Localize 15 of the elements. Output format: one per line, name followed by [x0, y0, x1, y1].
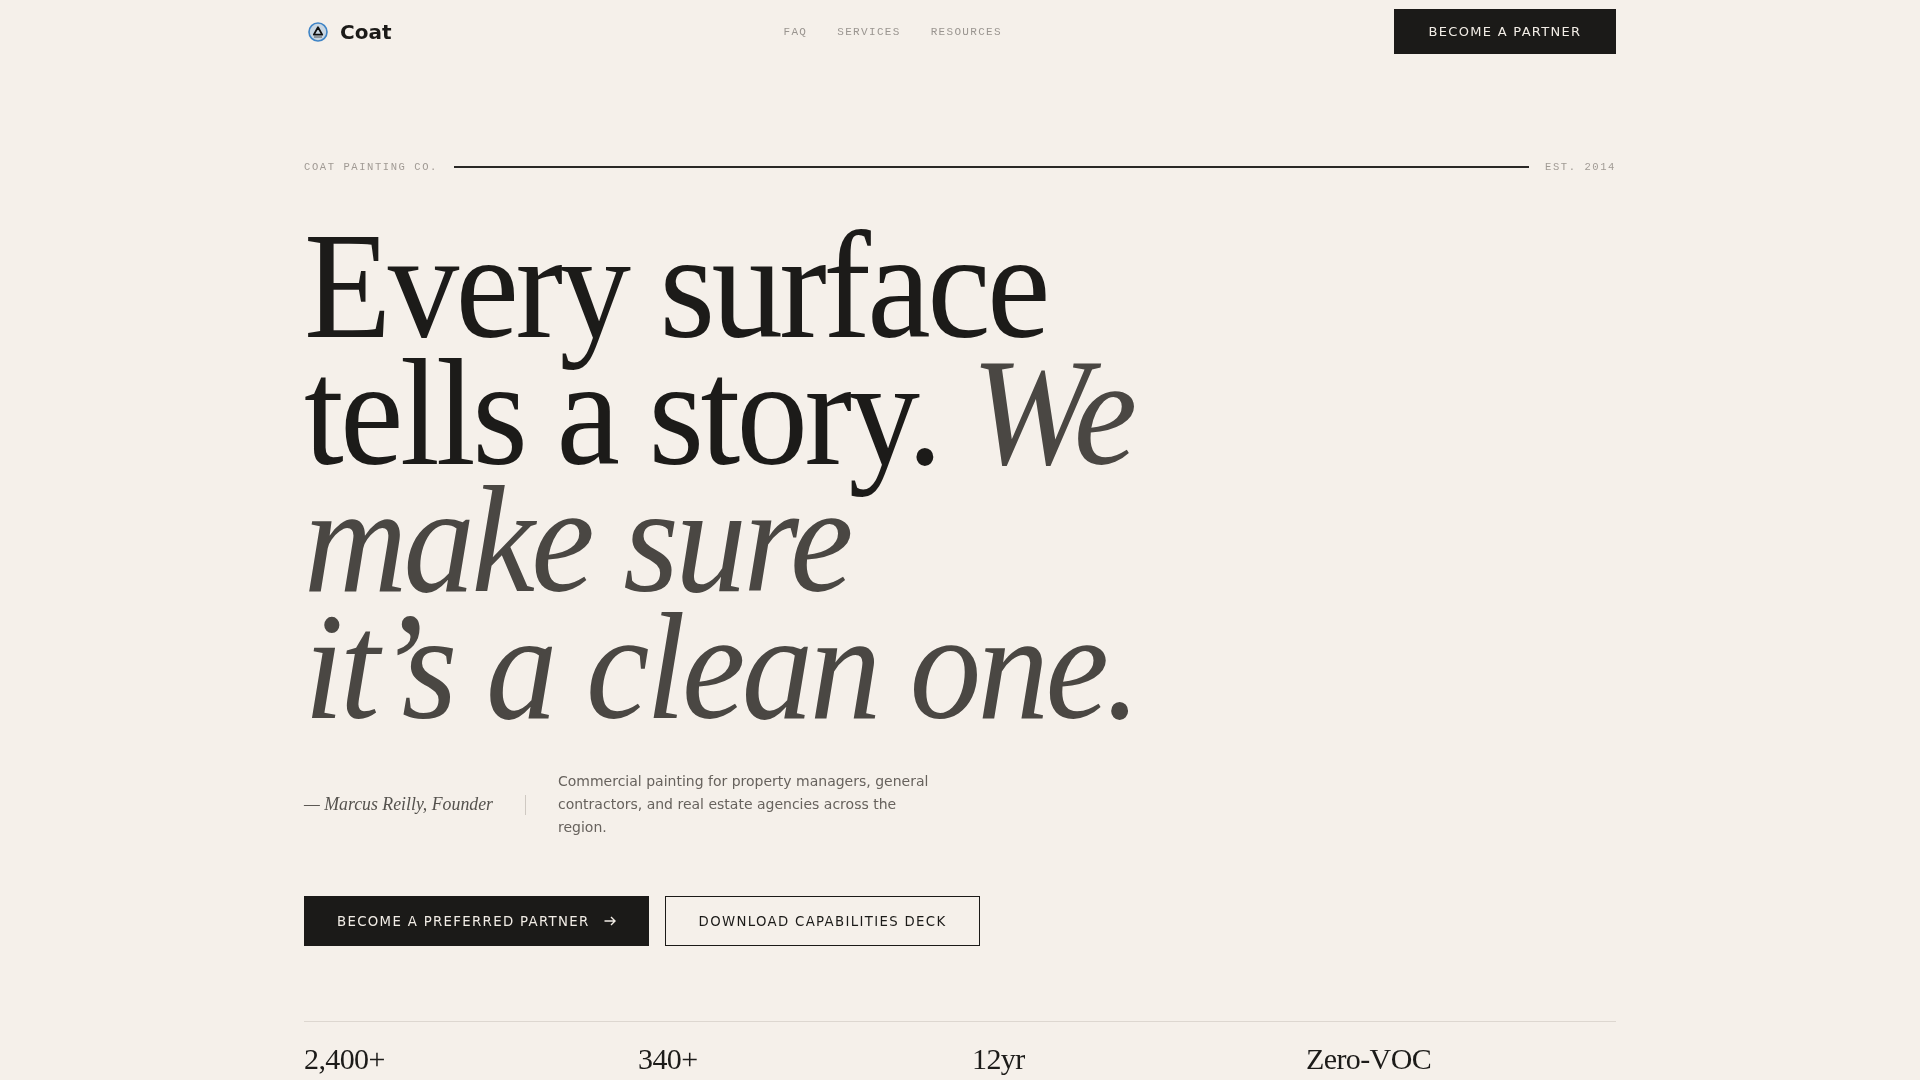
eyebrow-label: COAT PAINTING CO.: [304, 161, 438, 173]
stat-value: 12yr: [972, 1042, 1026, 1076]
arrow-right-icon: [603, 916, 616, 926]
preferred-partner-button[interactable]: BECOME A PREFERRED PARTNER: [304, 896, 649, 946]
logo-icon: [308, 21, 328, 42]
established-label: EST. 2014: [1545, 161, 1616, 173]
brand-link[interactable]: Coat: [308, 19, 392, 44]
founder-attribution: — Marcus Reilly, Founder: [304, 794, 493, 815]
stat-value: Zero-VOC: [1306, 1042, 1433, 1076]
hero-description: Commercial painting for property managers, general contractors, and real estate agencies across the region.: [558, 772, 930, 837]
stat-value: 340+: [638, 1042, 699, 1076]
partner-button[interactable]: BECOME A PARTNER: [1394, 9, 1616, 54]
headline: Every surface tells a story. We make sure it’s a clean one.: [304, 223, 1139, 731]
download-deck-button[interactable]: DOWNLOAD CAPABILITIES DECK: [664, 896, 981, 946]
stat-value: 2,400+: [304, 1042, 386, 1076]
